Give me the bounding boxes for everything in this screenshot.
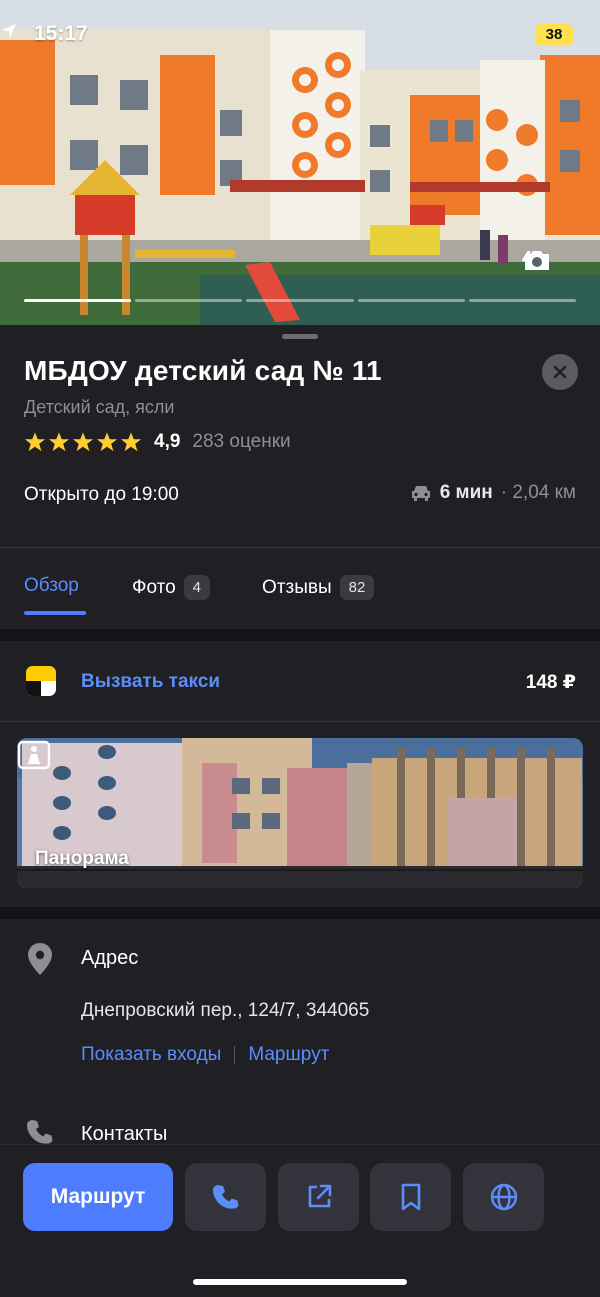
show-entrances-link[interactable]: Показать входы — [81, 1044, 221, 1066]
divider — [0, 721, 600, 722]
taxi-row[interactable]: Вызвать такси 148 ₽ — [0, 641, 600, 721]
star-icon — [72, 432, 94, 452]
call-taxi-link[interactable]: Вызвать такси — [81, 671, 220, 693]
location-pin-icon — [28, 943, 52, 975]
photo-progress-segment — [135, 299, 243, 302]
tab-label: Обзор — [24, 575, 79, 596]
rating-count: 283 оценки — [192, 431, 291, 452]
rating-value: 4,9 — [154, 431, 181, 452]
share-icon — [308, 1184, 331, 1208]
home-indicator[interactable] — [193, 1279, 407, 1285]
drive-time: 6 мин — [439, 482, 493, 503]
star-icon — [24, 432, 46, 452]
address-text[interactable]: Днепровский пер., 124/7, 344065 — [81, 1000, 369, 1022]
status-bar: 15:17 38 — [0, 22, 600, 52]
globe-icon — [490, 1183, 517, 1211]
star-icon — [48, 432, 70, 452]
website-button[interactable] — [463, 1163, 544, 1231]
photo-progress-segment — [246, 299, 354, 302]
route-button-label: Маршрут — [50, 1185, 146, 1208]
photo-progress-segment — [357, 299, 465, 302]
address-route-link[interactable]: Маршрут — [248, 1044, 329, 1066]
action-bar: Маршрут — [0, 1144, 600, 1297]
bookmark-button[interactable] — [370, 1163, 451, 1231]
taxi-icon — [26, 666, 56, 696]
status-time: 15:17 — [34, 22, 88, 45]
tab-photos[interactable]: Фото 4 — [132, 575, 210, 600]
section-separator — [0, 629, 600, 641]
section-separator — [0, 907, 600, 919]
panorama-icon — [17, 740, 51, 770]
close-icon — [553, 365, 567, 379]
panorama-label: Панорама — [35, 848, 129, 869]
tab-reviews[interactable]: Отзывы 82 — [262, 575, 375, 600]
photo-progress-segment — [468, 299, 577, 302]
share-button[interactable] — [278, 1163, 359, 1231]
route-button[interactable]: Маршрут — [23, 1163, 173, 1231]
hero-photo[interactable]: 15:17 38 4 — [0, 0, 600, 325]
tab-badge: 4 — [183, 575, 210, 600]
drive-info[interactable]: 6 мин · 2,04 км — [410, 482, 576, 504]
sheet-grabber[interactable] — [282, 334, 318, 339]
tab-badge: 82 — [339, 575, 375, 600]
opening-hours: Открыто до 19:00 — [24, 484, 179, 505]
tab-label: Фото — [132, 576, 176, 598]
photo-count[interactable]: 4 — [522, 248, 549, 270]
link-divider — [234, 1046, 236, 1064]
phone-icon — [27, 1120, 53, 1144]
tab-overview[interactable]: Обзор — [24, 575, 79, 597]
tab-label: Отзывы — [262, 576, 332, 598]
car-icon — [411, 486, 430, 501]
address-links: Показать входы Маршрут — [81, 1044, 329, 1066]
call-button[interactable] — [185, 1163, 266, 1231]
tab-active-indicator — [24, 611, 86, 615]
panorama-card[interactable]: Панорама — [17, 738, 583, 888]
place-category: Детский сад, ясли — [24, 397, 175, 417]
contacts-title[interactable]: Контакты — [81, 1123, 167, 1146]
taxi-price: 148 ₽ — [525, 672, 576, 693]
battery-indicator: 38 — [535, 24, 573, 46]
camera-icon — [525, 251, 549, 270]
rating-stars — [24, 431, 142, 453]
phone-icon — [212, 1185, 238, 1209]
photo-progress-segment — [24, 299, 132, 302]
photo-progress — [24, 299, 577, 302]
close-button[interactable] — [542, 354, 578, 390]
place-title: МБДОУ детский сад № 11 — [24, 355, 382, 386]
star-icon — [96, 432, 118, 452]
tab-bar: Обзор Фото 4 Отзывы 82 — [0, 547, 600, 629]
star-icon — [120, 432, 142, 452]
drive-distance: · 2,04 км — [500, 482, 576, 503]
address-title: Адрес — [81, 947, 139, 969]
location-arrow-icon — [2, 24, 16, 38]
bookmark-icon — [401, 1183, 420, 1211]
rating-row[interactable]: 4,9 283 оценки — [24, 431, 291, 453]
